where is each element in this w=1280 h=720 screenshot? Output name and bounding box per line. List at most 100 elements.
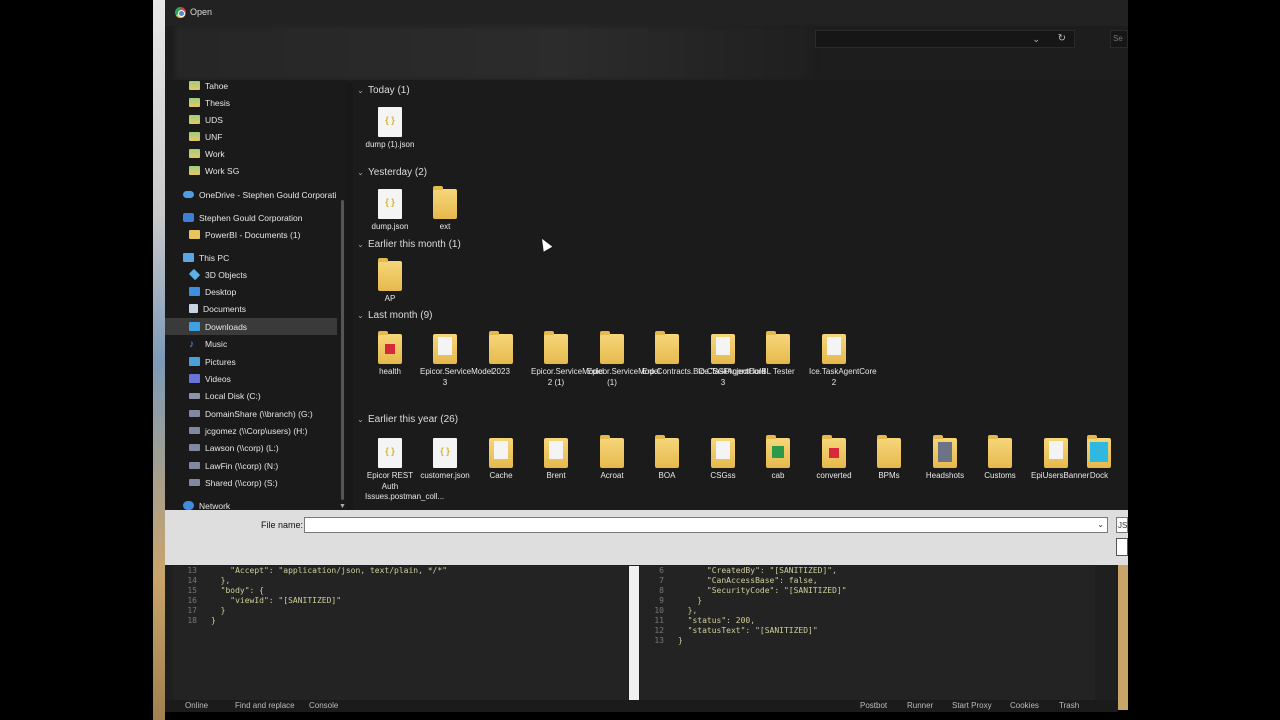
sidebar-item-3d-objects[interactable]: 3D Objects	[188, 266, 247, 283]
cookies-button[interactable]: Cookies	[1010, 701, 1039, 710]
file-item[interactable]: customer.json	[420, 438, 470, 482]
sidebar-item-lawson[interactable]: Lawson (\\corp) (L:)	[189, 439, 279, 456]
sidebar-item-lawfin[interactable]: LawFin (\\corp) (N:)	[189, 457, 278, 474]
search-input[interactable]: Se	[1110, 30, 1128, 48]
network-drive-icon	[189, 462, 200, 469]
sidebar-item-pictures[interactable]: Pictures	[189, 353, 236, 370]
file-name-input[interactable]: ⌄	[304, 517, 1108, 533]
folder-item[interactable]: BOA	[642, 435, 692, 482]
online-status[interactable]: Online	[185, 701, 208, 710]
folder-icon	[1044, 438, 1068, 468]
group-header-today[interactable]: ⌄ Today (1)	[353, 83, 410, 97]
address-bar[interactable]: ⌄ ↻	[815, 30, 1075, 48]
sidebar-item-thesis[interactable]: Thesis	[189, 94, 230, 111]
group-header-last-month[interactable]: ⌄ Last month (9)	[353, 308, 432, 322]
group-header-yesterday[interactable]: ⌄ Yesterday (2)	[353, 165, 427, 179]
group-header-earlier-year[interactable]: ⌄ Earlier this year (26)	[353, 412, 458, 426]
folder-icon	[378, 331, 402, 364]
folder-item[interactable]: BPMs	[864, 435, 914, 482]
start-proxy-button[interactable]: Start Proxy	[952, 701, 992, 710]
chrome-icon	[175, 7, 186, 18]
response-body-pane[interactable]: 6 "CreatedBy": "[SANITIZED]", 7 "CanAcce…	[640, 566, 1095, 706]
postbot-button[interactable]: Postbot	[860, 701, 887, 710]
pane-divider[interactable]	[629, 566, 639, 706]
folder-icon	[600, 331, 624, 364]
sidebar-item-stephen-gould[interactable]: Stephen Gould Corporation	[183, 209, 303, 226]
code-line: 18}	[187, 616, 216, 625]
scrollbar-thumb[interactable]	[341, 200, 344, 500]
folder-icon	[988, 435, 1012, 468]
folder-item[interactable]: AP	[365, 258, 415, 305]
sidebar-item-network[interactable]: Network	[183, 497, 230, 510]
sidebar-item-powerbi[interactable]: PowerBI - Documents (1)	[189, 226, 300, 243]
code-line: 13}	[654, 636, 683, 645]
folder-icon	[433, 186, 457, 219]
group-header-earlier-month[interactable]: ⌄ Earlier this month (1)	[353, 237, 461, 251]
file-type-select[interactable]: JS	[1116, 517, 1128, 533]
folder-item[interactable]: Dock	[1075, 435, 1123, 482]
runner-button[interactable]: Runner	[907, 701, 933, 710]
folder-item[interactable]: Customs	[975, 435, 1025, 482]
find-replace-button[interactable]: Find and replace	[235, 701, 295, 710]
sidebar-item-this-pc[interactable]: This PC	[183, 249, 229, 266]
sidebar-item-documents[interactable]: Documents	[189, 300, 246, 317]
folder-item[interactable]: BL Tester	[753, 331, 803, 378]
navigation-pane: Tahoe Thesis UDS UNF Work Work SG OneDri…	[165, 80, 347, 510]
folder-item[interactable]: converted	[809, 435, 859, 482]
console-button[interactable]: Console	[309, 701, 338, 710]
sharepoint-icon	[183, 213, 194, 222]
folder-item[interactable]: Acroat	[587, 435, 637, 482]
file-item[interactable]: dump.json	[365, 189, 415, 233]
folder-item[interactable]: Erp.Contracts.BO.CSGProjectHold	[642, 331, 766, 378]
sidebar-item-work-sg[interactable]: Work SG	[189, 162, 239, 179]
folder-item[interactable]: EpiUsersBanner	[1031, 438, 1089, 482]
folder-item[interactable]: Headshots	[920, 435, 970, 482]
file-item[interactable]: Epicor REST Auth Issues.postman_coll...	[365, 438, 444, 503]
code-line: 15 "body": {	[187, 586, 264, 595]
file-item[interactable]: dump (1).json	[365, 107, 415, 151]
sidebar-item-work[interactable]: Work	[189, 145, 225, 162]
chevron-down-icon[interactable]: ▼	[339, 503, 346, 510]
folder-item[interactable]: Cache	[476, 438, 526, 482]
sidebar-item-onedrive[interactable]: OneDrive - Stephen Gould Corporati	[183, 186, 337, 203]
sidebar-scrollbar[interactable]: ▼	[338, 80, 347, 510]
sidebar-item-shared[interactable]: Shared (\\corp) (S:)	[189, 474, 278, 491]
trash-button[interactable]: Trash	[1059, 701, 1079, 710]
code-line: 13 "Accept": "application/json, text/pla…	[187, 566, 448, 575]
folder-item[interactable]: Epicor.ServiceModel (1)	[587, 331, 660, 388]
folder-item[interactable]: ext	[420, 186, 470, 233]
sidebar-item-jcgomez[interactable]: jcgomez (\\Corp\users) (H:)	[189, 422, 308, 439]
folder-icon	[378, 258, 402, 291]
sidebar-item-local-disk[interactable]: Local Disk (C:)	[189, 387, 261, 404]
sidebar-item-tahoe[interactable]: Tahoe	[189, 80, 228, 94]
folder-icon	[766, 331, 790, 364]
chevron-down-icon[interactable]: ⌄	[1097, 520, 1104, 529]
folder-item[interactable]: cab	[753, 435, 803, 482]
sidebar-item-downloads[interactable]: Downloads	[165, 318, 337, 335]
request-body-pane[interactable]: 13 "Accept": "application/json, text/pla…	[173, 566, 628, 706]
chevron-down-icon[interactable]: ⌄	[1032, 34, 1040, 45]
folder-item[interactable]: Epicor.ServiceModel 2 (1)	[531, 331, 604, 388]
sidebar-item-videos[interactable]: Videos	[189, 370, 231, 387]
folder-item[interactable]: Brent	[531, 438, 581, 482]
music-icon: ♪	[189, 339, 194, 350]
refresh-icon[interactable]: ↻	[1058, 33, 1066, 44]
dialog-titlebar[interactable]: Open	[165, 0, 1128, 26]
folder-item[interactable]: Ice.TaskAgentCore 2	[809, 334, 877, 388]
sidebar-item-domainshare[interactable]: DomainShare (\\branch) (G:)	[189, 405, 313, 422]
folder-item[interactable]: health	[365, 331, 415, 378]
folder-item[interactable]: Epicor.ServiceModel 3	[420, 334, 493, 388]
folder-item[interactable]: CSGss	[698, 438, 748, 482]
sidebar-item-music[interactable]: ♪ Music	[189, 335, 227, 352]
code-line: 7 "CanAccessBase": false,	[659, 576, 818, 585]
folder-item[interactable]: Ice.TaskAgentCore 3	[698, 334, 766, 388]
open-button[interactable]	[1116, 538, 1128, 556]
file-name-label: File name:	[261, 520, 304, 530]
folder-icon	[655, 331, 679, 364]
folder-item[interactable]: 2023	[476, 331, 526, 378]
sidebar-item-uds[interactable]: UDS	[189, 111, 223, 128]
network-icon	[183, 501, 194, 510]
sidebar-item-desktop[interactable]: Desktop	[189, 283, 236, 300]
disk-icon	[189, 392, 200, 399]
sidebar-item-unf[interactable]: UNF	[189, 128, 222, 145]
